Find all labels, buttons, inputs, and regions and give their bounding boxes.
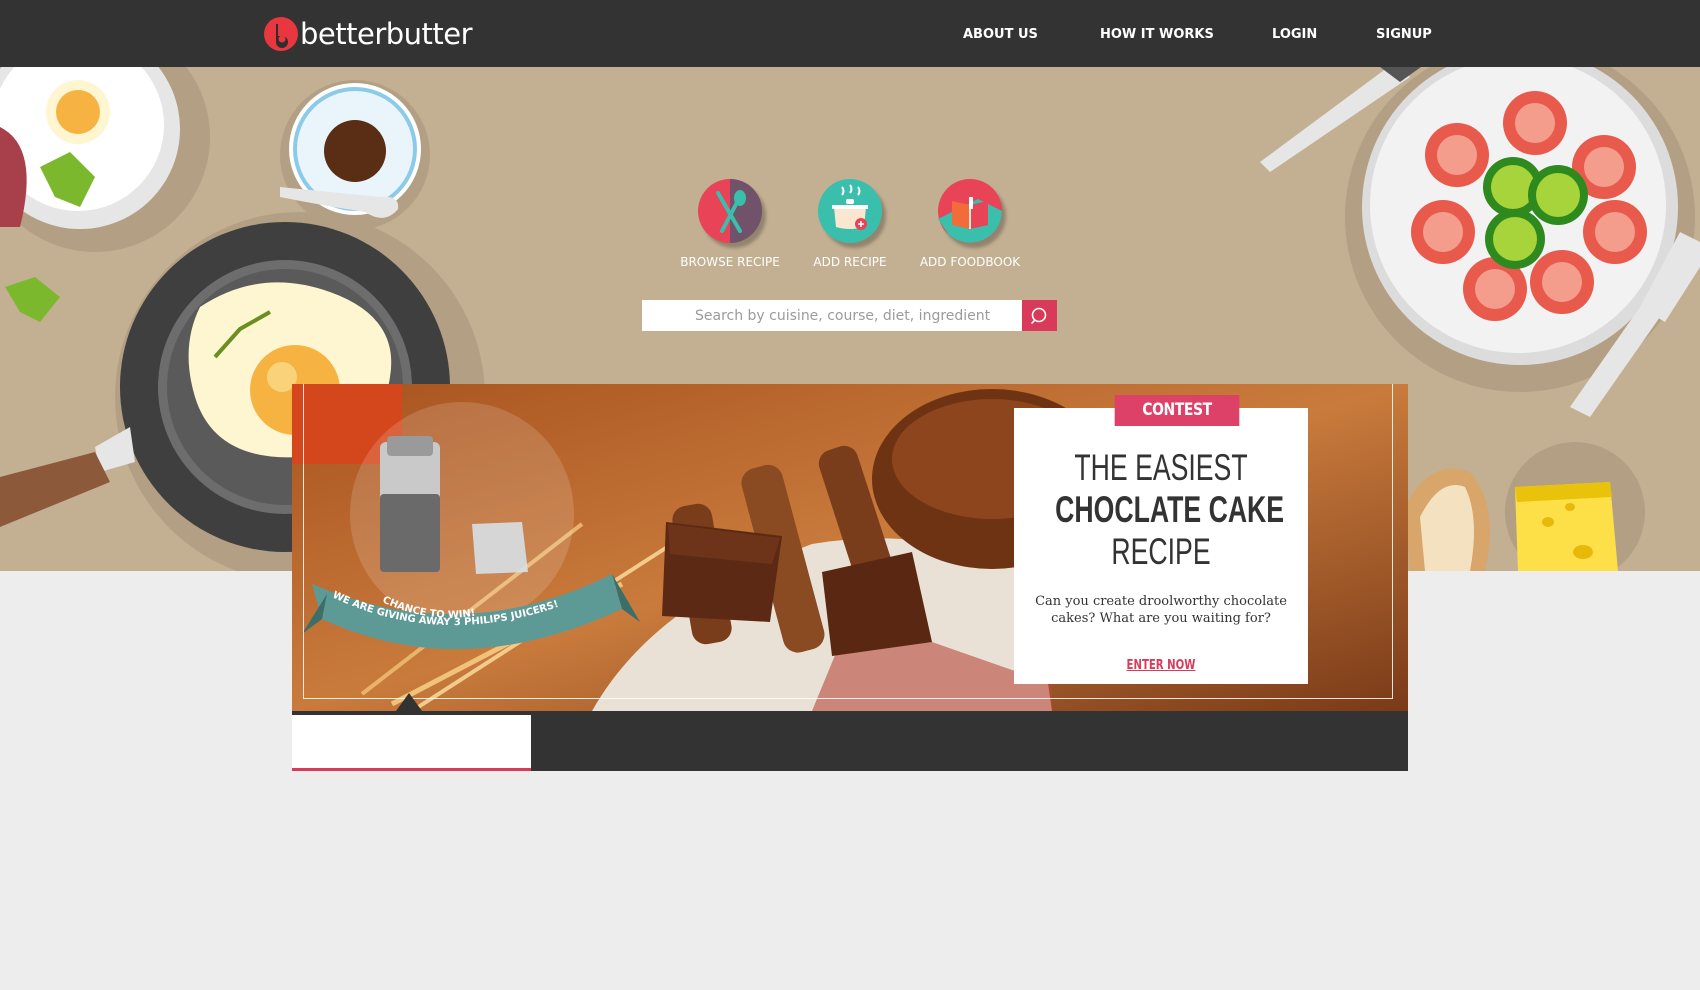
contest-title-line-3: RECIPE xyxy=(1111,531,1211,572)
contest-banner[interactable]: CHANCE TO WIN! WE ARE GIVING AWAY 3 PHIL… xyxy=(292,384,1408,711)
add-foodbook-label: ADD FOODBOOK xyxy=(919,255,1021,269)
contest-card: CONTEST THE EASIEST CHOCLATE CAKE RECIPE… xyxy=(1014,395,1308,684)
logo-text: betterbutter xyxy=(300,17,473,51)
salad-plate-illustration xyxy=(1345,67,1695,392)
contest-title-line-2: CHOCLATE CAKE xyxy=(1055,489,1285,530)
search-input[interactable] xyxy=(642,300,1022,331)
contest-title-line-1: THE EASIEST xyxy=(1074,447,1248,488)
brand-logo[interactable]: betterbutter xyxy=(264,15,473,53)
nav-login[interactable]: LOGIN xyxy=(1272,27,1317,42)
search-button[interactable] xyxy=(1022,300,1057,331)
contest-description: Can you create droolworthy chocolate cak… xyxy=(1035,594,1287,626)
add-recipe-button[interactable]: ADD RECIPE xyxy=(790,179,910,269)
content-tab-strip xyxy=(292,693,1408,771)
recipe-search xyxy=(642,300,1057,331)
book-icon xyxy=(938,179,1002,243)
fork-spoon-icon xyxy=(698,179,762,243)
tab-pointer xyxy=(396,693,422,711)
add-recipe-label: ADD RECIPE xyxy=(813,255,887,269)
coffee-cup-illustration xyxy=(280,80,430,230)
nav-signup[interactable]: SIGNUP xyxy=(1376,27,1432,42)
add-foodbook-button[interactable]: ADD FOODBOOK xyxy=(910,179,1030,269)
nav-about-us[interactable]: ABOUT US xyxy=(963,27,1038,42)
contest-tag: CONTEST xyxy=(1114,395,1240,426)
cooking-pot-icon xyxy=(818,179,882,243)
browse-recipe-button[interactable]: BROWSE RECIPE xyxy=(670,179,790,269)
search-icon xyxy=(1030,307,1046,324)
bread-cheese-illustration xyxy=(1405,442,1645,571)
nav-how-it-works[interactable]: HOW IT WORKS xyxy=(1100,27,1214,42)
top-navigation-bar: betterbutter ABOUT US HOW IT WORKS LOGIN… xyxy=(0,0,1700,67)
enter-now-link[interactable]: ENTER NOW xyxy=(1046,658,1275,673)
tab-active[interactable] xyxy=(292,715,531,771)
logo-icon xyxy=(264,17,298,51)
browse-recipe-label: BROWSE RECIPE xyxy=(680,255,780,269)
